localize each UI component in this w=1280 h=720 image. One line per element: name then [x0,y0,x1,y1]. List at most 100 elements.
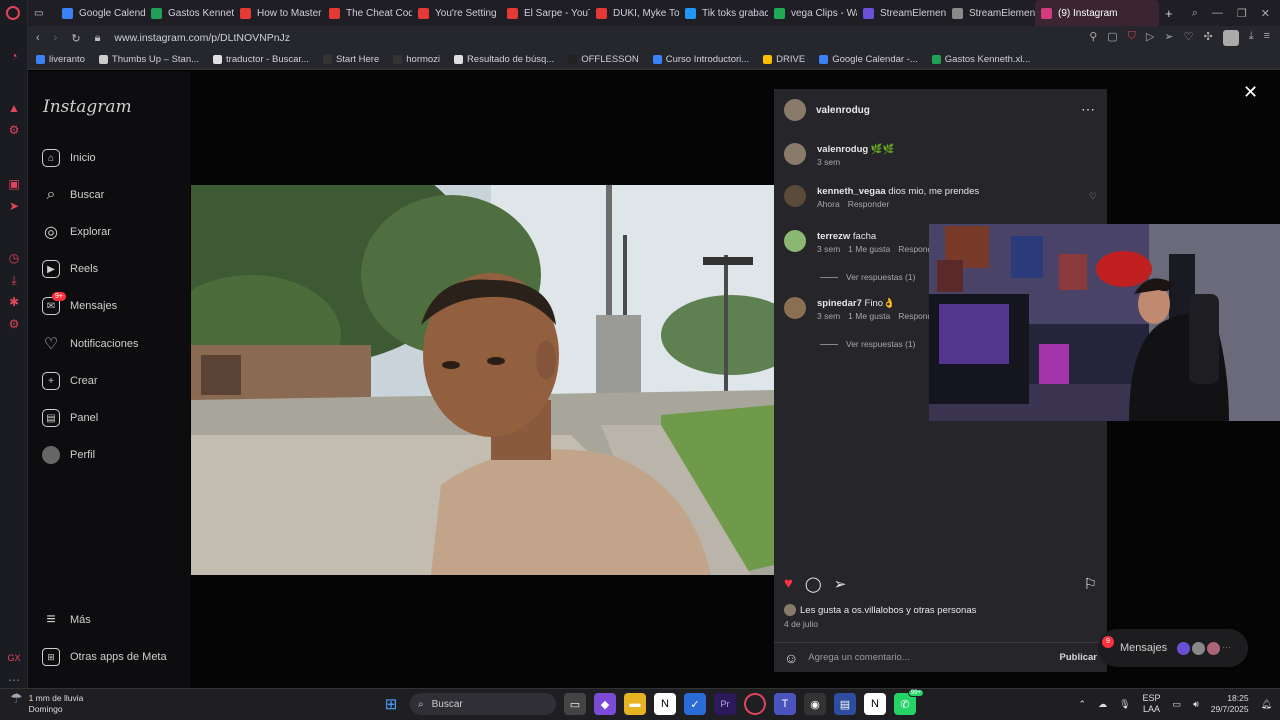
comment-user[interactable]: terrezw [817,231,850,242]
comment-likes[interactable]: 1 Me gusta [848,244,890,254]
back-icon[interactable]: ‹ [36,32,40,44]
file-explorer-icon[interactable]: ▬ [624,693,646,715]
tab-5[interactable]: El Sarpe - YouT [501,0,590,26]
history-icon[interactable]: ◷ [6,250,22,266]
tray-chevron-icon[interactable]: ⌃ [1079,699,1087,710]
notion-icon[interactable]: N [654,693,676,715]
close-window-icon[interactable]: ✕ [1261,7,1270,20]
emoji-icon[interactable]: ☺ [784,650,798,666]
notepad-icon[interactable]: ▤ [834,693,856,715]
url-input[interactable]: www.instagram.com/p/DLtNOVNPnJz [114,32,290,44]
notifications-icon[interactable]: 🔔︎ [1261,699,1272,710]
gear-icon[interactable]: ⚙ [6,316,22,332]
share-icon[interactable]: ➢ [834,575,847,593]
nav-explorar[interactable]: ◎ Explorar [42,223,111,241]
arrow-icon[interactable]: ▲ [6,100,22,116]
commenter-avatar[interactable] [784,230,806,252]
opera-logo-icon[interactable] [6,6,20,20]
reload-icon[interactable]: ↻ [71,32,80,45]
bookmark-1[interactable]: Thumbs Up – Stan... [98,54,199,65]
post-photo[interactable] [191,185,774,575]
whatsapp-icon[interactable]: ✆ 99+ [894,689,924,715]
publish-button[interactable]: Publicar [1060,652,1098,663]
view-replies-button[interactable]: Ver respuestas (1) [820,272,915,282]
tab-4[interactable]: You're Setting [412,0,501,26]
comment-likes[interactable]: 1 Me gusta [848,311,890,321]
gx-icon[interactable]: GX [6,650,22,666]
weather-widget[interactable]: ☂ 1 mm de lluvia Domingo [10,691,83,715]
comment-icon[interactable]: ◯ [805,575,822,593]
close-modal-icon[interactable]: ✕ [1243,82,1258,103]
opera-gx-icon[interactable] [744,693,766,715]
tab-2[interactable]: How to Master [234,0,323,26]
tab-overview-icon[interactable]: ▭ [28,0,56,26]
comment-input[interactable]: Agrega un comentario... [808,652,909,663]
tab-6[interactable]: DUKI, Myke To [590,0,679,26]
todo-icon[interactable]: ✓ [684,693,706,715]
onedrive-icon[interactable]: ☁ [1098,699,1107,710]
nav-panel[interactable]: ▤ Panel [42,409,98,427]
bookmark-10[interactable]: Gastos Kenneth.xl... [931,54,1030,65]
snapshot-icon[interactable]: ▢ [1107,30,1117,46]
commenter-avatar[interactable] [784,185,806,207]
premiere-icon[interactable]: Pr [714,693,736,715]
reply-button[interactable]: Responder [848,199,890,209]
nav-reels[interactable]: ▶ Reels [42,260,98,278]
heart-icon[interactable]: ♡ [1184,30,1194,46]
notion-icon-2[interactable]: N [864,693,886,715]
menu-icon[interactable]: ≡ [1264,30,1270,46]
caption-time[interactable]: 3 sem [817,157,840,167]
download-icon[interactable]: ⤓ [6,272,22,288]
save-bookmark-icon[interactable]: ⚐ [1084,575,1097,593]
settings-icon[interactable]: ⚙ [6,122,22,138]
like-heart-icon[interactable]: ♥ [784,575,793,593]
more-options-icon[interactable]: ⋯ [1081,101,1095,118]
play-icon[interactable]: ▷ [1146,30,1154,46]
nav-more[interactable]: ≡ Más [42,611,90,629]
likes-summary[interactable]: Les gusta a os.villalobos y otras person… [784,604,976,616]
nav-inicio[interactable]: ⌂ Inicio [42,149,96,167]
pin-icon[interactable]: ⚲ [1089,30,1097,46]
language-indicator[interactable]: ESP LAA [1143,693,1161,715]
tab-3[interactable]: The Cheat Cod [323,0,412,26]
nav-buscar[interactable]: ⌕ Buscar [42,186,105,204]
windows-start-icon[interactable]: ⊞ [380,693,402,715]
tab-7[interactable]: Tik toks grabac [679,0,768,26]
minimize-icon[interactable]: — [1212,7,1223,19]
task-view-icon[interactable]: ▭ [564,693,586,715]
teams-icon[interactable]: T [774,693,796,715]
comment-time[interactable]: 3 sem [817,244,840,254]
extensions-icon[interactable]: ✱ [6,294,22,310]
caption-avatar[interactable] [784,143,806,165]
clock[interactable]: 18:25 29/7/2025 [1211,693,1249,715]
volume-icon[interactable]: 🔊︎ [1193,699,1199,710]
twitch-icon[interactable]: ▣ [6,176,22,192]
comment-time[interactable]: 3 sem [817,311,840,321]
tab-1[interactable]: Gastos Kenneth [145,0,234,26]
instagram-logo[interactable]: Instagram [43,97,132,117]
nav-crear[interactable]: + Crear [42,372,98,390]
bookmark-7[interactable]: Curso Introductori... [652,54,749,65]
obs-icon[interactable]: ◉ [804,693,826,715]
comment-user[interactable]: kenneth_vegaa [817,186,886,197]
bookmark-2[interactable]: traductor - Buscar... [213,54,309,65]
nav-mensajes[interactable]: ✉ 9+ Mensajes [42,292,117,315]
bookmark-3[interactable]: Start Here [322,54,379,65]
tab-9[interactable]: StreamElement [857,0,946,26]
comment-time[interactable]: Ahora [817,199,840,209]
nav-perfil[interactable]: Perfil [42,446,95,464]
profile-avatar[interactable] [1222,30,1239,46]
aria-icon[interactable]: ◔ [6,48,22,64]
caption-user[interactable]: valenrodug [817,144,868,155]
extensions-puzzle-icon[interactable]: ✣ [1203,30,1212,46]
nav-notificaciones[interactable]: ♡ Notificaciones [42,335,139,353]
new-tab-button[interactable]: + [1159,0,1179,26]
more-icon[interactable]: ⋯ [6,672,22,688]
search-tabs-icon[interactable]: ⌕ [1192,7,1198,20]
send-icon[interactable]: ➢ [1164,30,1173,46]
bookmark-6[interactable]: OFFLESSON [568,54,639,65]
forward-icon[interactable]: › [54,32,58,44]
tab-10[interactable]: StreamElement [946,0,1035,26]
taskbar-search[interactable]: ⌕ Buscar [410,693,556,715]
post-author[interactable]: valenrodug [816,105,870,116]
